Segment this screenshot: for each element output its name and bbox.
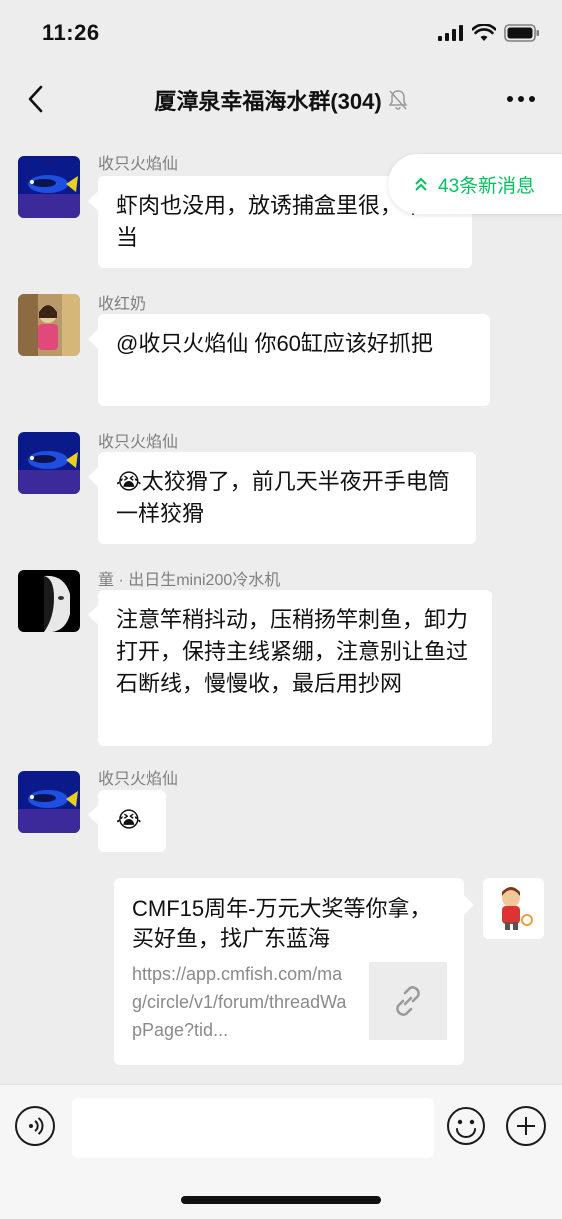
plus-icon: [517, 1117, 535, 1135]
blue-fish-avatar[interactable]: [18, 156, 80, 218]
child-photo-avatar[interactable]: [18, 294, 80, 356]
wifi-icon: [472, 24, 496, 41]
chat-title: 厦漳泉幸福海水群(304): [154, 89, 382, 114]
more-dots-icon: [507, 96, 535, 102]
message-bubble[interactable]: 注意竿稍抖动，压稍扬竿刺鱼，卸力打开，保持主线紧绷，注意别让鱼过石断线，慢慢收，…: [98, 590, 492, 746]
battery-icon: [504, 24, 539, 42]
home-indicator[interactable]: [181, 1196, 381, 1204]
nav-bar: 厦漳泉幸福海水群(304): [0, 66, 562, 132]
status-time: 11:26: [42, 20, 100, 45]
sender-name: 童 · 出日生mini200冷水机: [98, 572, 281, 589]
chat-area[interactable]: 43条新消息 收只火焰仙 虾肉也没用，放诱捕盒里很，不上当 收红奶 @收只火焰仙…: [0, 132, 562, 1084]
new-messages-label: 43条新消息: [438, 175, 536, 197]
link-icon: [396, 986, 420, 1016]
more-actions-button[interactable]: [506, 1106, 546, 1146]
signal-icon: [438, 25, 463, 41]
message-input[interactable]: [72, 1098, 434, 1158]
my-avatar[interactable]: [483, 878, 544, 939]
mute-bell-icon: [388, 90, 408, 110]
chat-title-wrapper: 厦漳泉幸福海水群(304): [0, 84, 562, 116]
voice-input-button[interactable]: [15, 1106, 55, 1146]
message-bubble[interactable]: @收只火焰仙 你60缸应该好抓把: [98, 314, 490, 406]
sender-name: 收只火焰仙: [98, 156, 179, 173]
link-thumbnail: [369, 962, 447, 1040]
smiley-icon: [447, 1107, 485, 1145]
more-button[interactable]: [504, 88, 538, 110]
blue-fish-avatar[interactable]: [18, 432, 80, 494]
status-icons: [438, 24, 540, 42]
status-bar: 11:26: [0, 0, 562, 66]
voice-icon: [29, 1117, 44, 1135]
double-chevron-up-icon: [415, 177, 427, 191]
sender-name: 收只火焰仙: [98, 434, 179, 451]
emoji-button[interactable]: [446, 1106, 486, 1146]
sender-name: 收红奶: [98, 296, 147, 313]
link-title: CMF15周年-万元大奖等你拿，买好鱼，找广东蓝海: [132, 896, 432, 951]
link-url: https://app.cmfish.com/mag/circle/v1/for…: [132, 964, 347, 1040]
portrait-avatar[interactable]: [18, 570, 80, 632]
blue-fish-avatar[interactable]: [18, 771, 80, 833]
message-bubble[interactable]: 😭: [98, 790, 166, 852]
link-card-message[interactable]: CMF15周年-万元大奖等你拿，买好鱼，找广东蓝海 https://app.cm…: [114, 878, 464, 1065]
message-bubble[interactable]: 😭太狡猾了，前几天半夜开手电筒一样狡猾: [98, 452, 476, 544]
sender-name: 收只火焰仙: [98, 771, 179, 788]
new-messages-button[interactable]: 43条新消息: [388, 154, 562, 214]
